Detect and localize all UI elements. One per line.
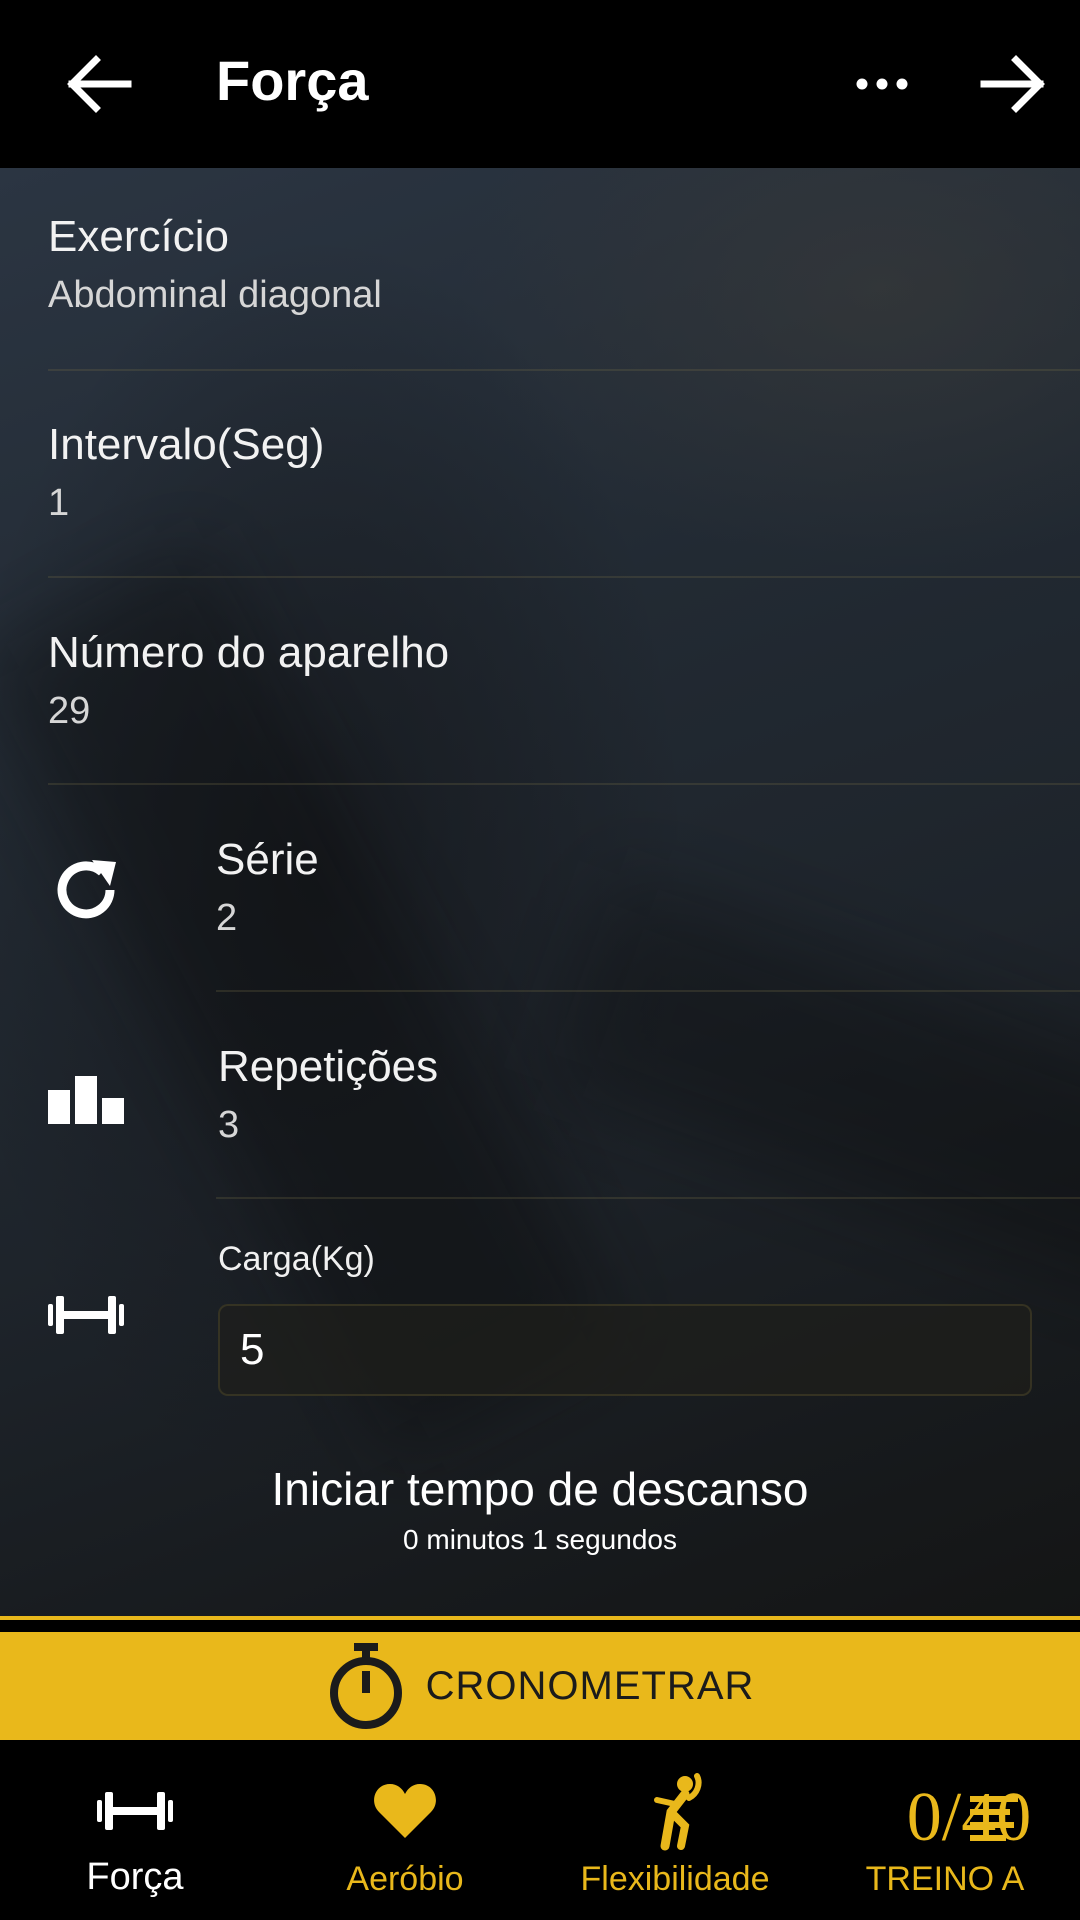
interval-value: 1 xyxy=(48,482,70,524)
nav-item-flexibilidade[interactable]: Flexibilidade xyxy=(540,1752,810,1920)
dumbbell-icon xyxy=(97,1792,173,1830)
series-row[interactable]: Série 2 xyxy=(0,785,1080,989)
nav-item-forca[interactable]: Força xyxy=(0,1752,270,1920)
divider xyxy=(48,369,1080,371)
repetitions-value: 3 xyxy=(218,1104,240,1146)
exercise-value: Abdominal diagonal xyxy=(48,274,382,316)
device-number-label: Número do aparelho xyxy=(48,628,450,677)
series-label: Série xyxy=(216,835,319,884)
nav-label: TREINO A xyxy=(865,1860,1025,1898)
stopwatch-icon xyxy=(329,1643,402,1729)
device-number-row[interactable]: Número do aparelho 29 xyxy=(0,578,1080,782)
workout-counter: 0/40 xyxy=(810,1778,1080,1858)
device-number-value: 29 xyxy=(48,690,91,732)
heart-icon xyxy=(374,1784,436,1838)
arrow-left-icon[interactable] xyxy=(62,52,134,116)
load-input[interactable] xyxy=(218,1304,1032,1396)
exercise-label: Exercício xyxy=(48,212,229,261)
app-root: Força Exercício Abdominal diagonal Inter… xyxy=(0,0,1080,1920)
start-rest-button[interactable]: Iniciar tempo de descanso xyxy=(0,1462,1080,1516)
page-title: Força xyxy=(216,49,369,112)
top-app-bar: Força xyxy=(0,0,1080,168)
stopwatch-button[interactable]: CRONOMETRAR xyxy=(0,1632,1080,1740)
arrow-right-icon[interactable] xyxy=(978,52,1050,116)
rest-duration-text: 0 minutos 1 segundos xyxy=(403,1524,677,1555)
bottom-navigation: Força Aeróbio Flexibilidade 0/40 TREINO … xyxy=(0,1752,1080,1920)
list-lines-icon xyxy=(969,1795,1018,1841)
stretch-icon xyxy=(654,1773,702,1851)
nav-label: Aeróbio xyxy=(346,1860,464,1898)
exercise-row[interactable]: Exercício Abdominal diagonal xyxy=(0,168,1080,370)
nav-item-aerobio[interactable]: Aeróbio xyxy=(270,1752,540,1920)
divider xyxy=(216,1197,1080,1199)
repetitions-label: Repetições xyxy=(218,1042,439,1091)
interval-label: Intervalo(Seg) xyxy=(48,420,325,469)
series-value: 2 xyxy=(216,897,238,939)
divider xyxy=(0,1616,1080,1620)
interval-row[interactable]: Intervalo(Seg) 1 xyxy=(0,372,1080,576)
more-horizontal-icon[interactable] xyxy=(850,52,914,116)
nav-item-treino[interactable]: 0/40 TREINO A xyxy=(810,1752,1080,1920)
dumbbell-icon xyxy=(48,1290,124,1340)
load-label: Carga(Kg) xyxy=(218,1240,375,1278)
repetitions-row[interactable]: Repetições 3 xyxy=(0,992,1080,1198)
stopwatch-button-label: CRONOMETRAR xyxy=(425,1663,755,1708)
nav-label: Flexibilidade xyxy=(580,1860,770,1898)
nav-label: Força xyxy=(86,1856,184,1898)
